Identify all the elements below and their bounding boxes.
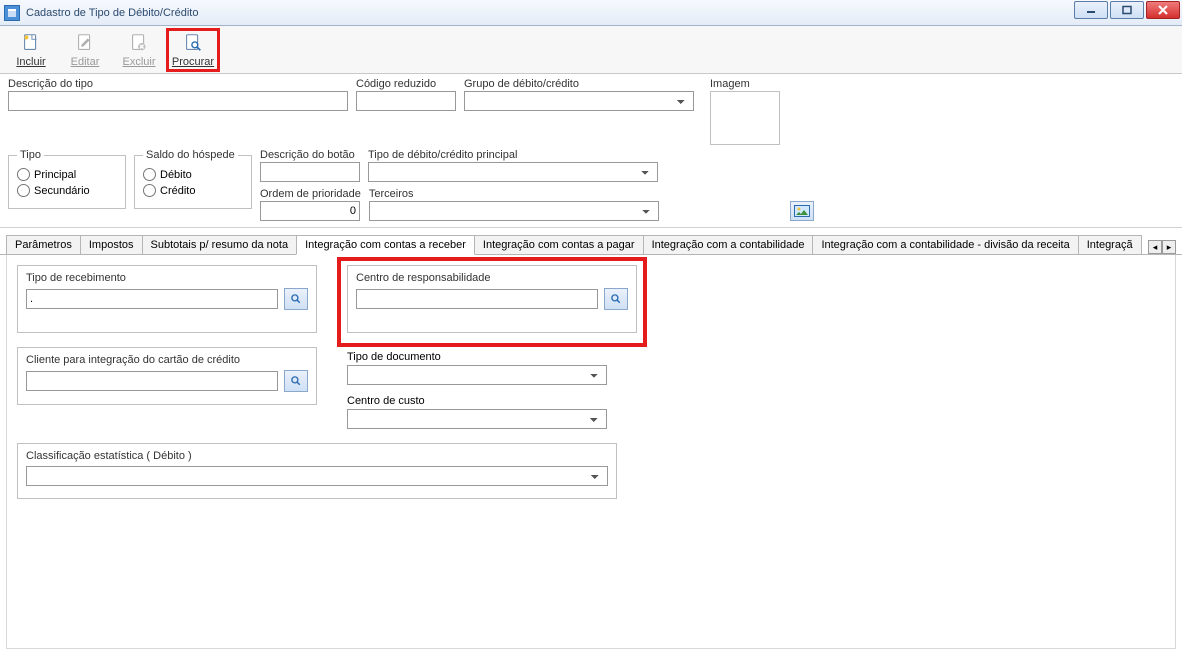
search-icon <box>610 293 622 305</box>
imagem-box <box>710 91 780 145</box>
tabs-scroll-left[interactable]: ◂ <box>1148 240 1162 254</box>
document-search-icon <box>182 32 204 54</box>
tab-subtotais[interactable]: Subtotais p/ resumo da nota <box>142 235 298 254</box>
centro-custo-label: Centro de custo <box>347 395 607 407</box>
imagem-label: Imagem <box>710 78 780 90</box>
descricao-tipo-label: Descrição do tipo <box>8 78 348 90</box>
search-icon <box>290 293 302 305</box>
form-area: Descrição do tipo Código reduzido Grupo … <box>0 74 1182 228</box>
tab-content: Tipo de recebimento Cliente para integra… <box>6 255 1176 649</box>
centro-resp-label: Centro de responsabilidade <box>356 272 628 284</box>
cliente-cartao-input[interactable] <box>26 371 278 391</box>
toolbar: Incluir Editar Excluir Procurar <box>0 26 1182 74</box>
radio-principal[interactable]: Principal <box>17 168 117 181</box>
search-icon <box>290 375 302 387</box>
titlebar: Cadastro de Tipo de Débito/Crédito <box>0 0 1182 26</box>
app-icon <box>4 5 20 21</box>
document-new-icon <box>20 32 42 54</box>
tab-parametros[interactable]: Parâmetros <box>6 235 81 254</box>
descricao-botao-label: Descrição do botão <box>260 149 360 161</box>
incluir-button[interactable]: Incluir <box>4 28 58 72</box>
centro-resp-input[interactable] <box>356 289 598 309</box>
ordem-label: Ordem de prioridade <box>260 188 361 200</box>
centro-resp-lookup[interactable] <box>604 288 628 310</box>
tabs: Parâmetros Impostos Subtotais p/ resumo … <box>0 228 1182 255</box>
minimize-button[interactable] <box>1074 1 1108 19</box>
descricao-tipo-input[interactable] <box>8 91 348 111</box>
document-edit-icon <box>74 32 96 54</box>
terceiros-select[interactable] <box>369 201 659 221</box>
excluir-button: Excluir <box>112 28 166 72</box>
centro-custo-select[interactable] <box>347 409 607 429</box>
saldo-legend: Saldo do hóspede <box>143 149 238 161</box>
radio-credito[interactable]: Crédito <box>143 184 243 197</box>
excluir-label: Excluir <box>122 56 155 68</box>
ordem-input[interactable] <box>260 201 360 221</box>
tab-integracao-overflow[interactable]: Integraçã <box>1078 235 1142 254</box>
editar-button: Editar <box>58 28 112 72</box>
tipo-documento-label: Tipo de documento <box>347 351 607 363</box>
principal-label: Tipo de débito/crédito principal <box>368 149 658 161</box>
codigo-reduzido-input[interactable] <box>356 91 456 111</box>
procurar-button[interactable]: Procurar <box>166 28 220 72</box>
grupo-label: Grupo de débito/crédito <box>464 78 694 90</box>
tab-contas-receber[interactable]: Integração com contas a receber <box>296 235 475 255</box>
image-picker-button[interactable] <box>790 201 814 221</box>
codigo-reduzido-label: Código reduzido <box>356 78 456 90</box>
document-delete-icon <box>128 32 150 54</box>
maximize-button[interactable] <box>1110 1 1144 19</box>
tipo-recebimento-label: Tipo de recebimento <box>26 272 308 284</box>
window-title: Cadastro de Tipo de Débito/Crédito <box>26 7 198 19</box>
radio-debito[interactable]: Débito <box>143 168 243 181</box>
tipo-recebimento-input[interactable] <box>26 289 278 309</box>
incluir-label: Incluir <box>16 56 45 68</box>
tab-contabilidade[interactable]: Integração com a contabilidade <box>643 235 814 254</box>
terceiros-label: Terceiros <box>369 188 659 200</box>
tabs-scroll-right[interactable]: ▸ <box>1162 240 1176 254</box>
cliente-cartao-label: Cliente para integração do cartão de cré… <box>26 354 308 366</box>
tab-contas-pagar[interactable]: Integração com contas a pagar <box>474 235 644 254</box>
cliente-cartao-lookup[interactable] <box>284 370 308 392</box>
radio-secundario[interactable]: Secundário <box>17 184 117 197</box>
descricao-botao-input[interactable] <box>260 162 360 182</box>
classif-label: Classificação estatística ( Débito ) <box>26 450 608 462</box>
editar-label: Editar <box>71 56 100 68</box>
grupo-select[interactable] <box>464 91 694 111</box>
classif-select[interactable] <box>26 466 608 486</box>
image-icon <box>794 205 810 217</box>
principal-select[interactable] <box>368 162 658 182</box>
tab-contabilidade-divisao[interactable]: Integração com a contabilidade - divisão… <box>812 235 1078 254</box>
tipo-recebimento-lookup[interactable] <box>284 288 308 310</box>
tipo-legend: Tipo <box>17 149 44 161</box>
procurar-label: Procurar <box>172 56 214 68</box>
close-button[interactable] <box>1146 1 1180 19</box>
tab-impostos[interactable]: Impostos <box>80 235 143 254</box>
tipo-documento-select[interactable] <box>347 365 607 385</box>
